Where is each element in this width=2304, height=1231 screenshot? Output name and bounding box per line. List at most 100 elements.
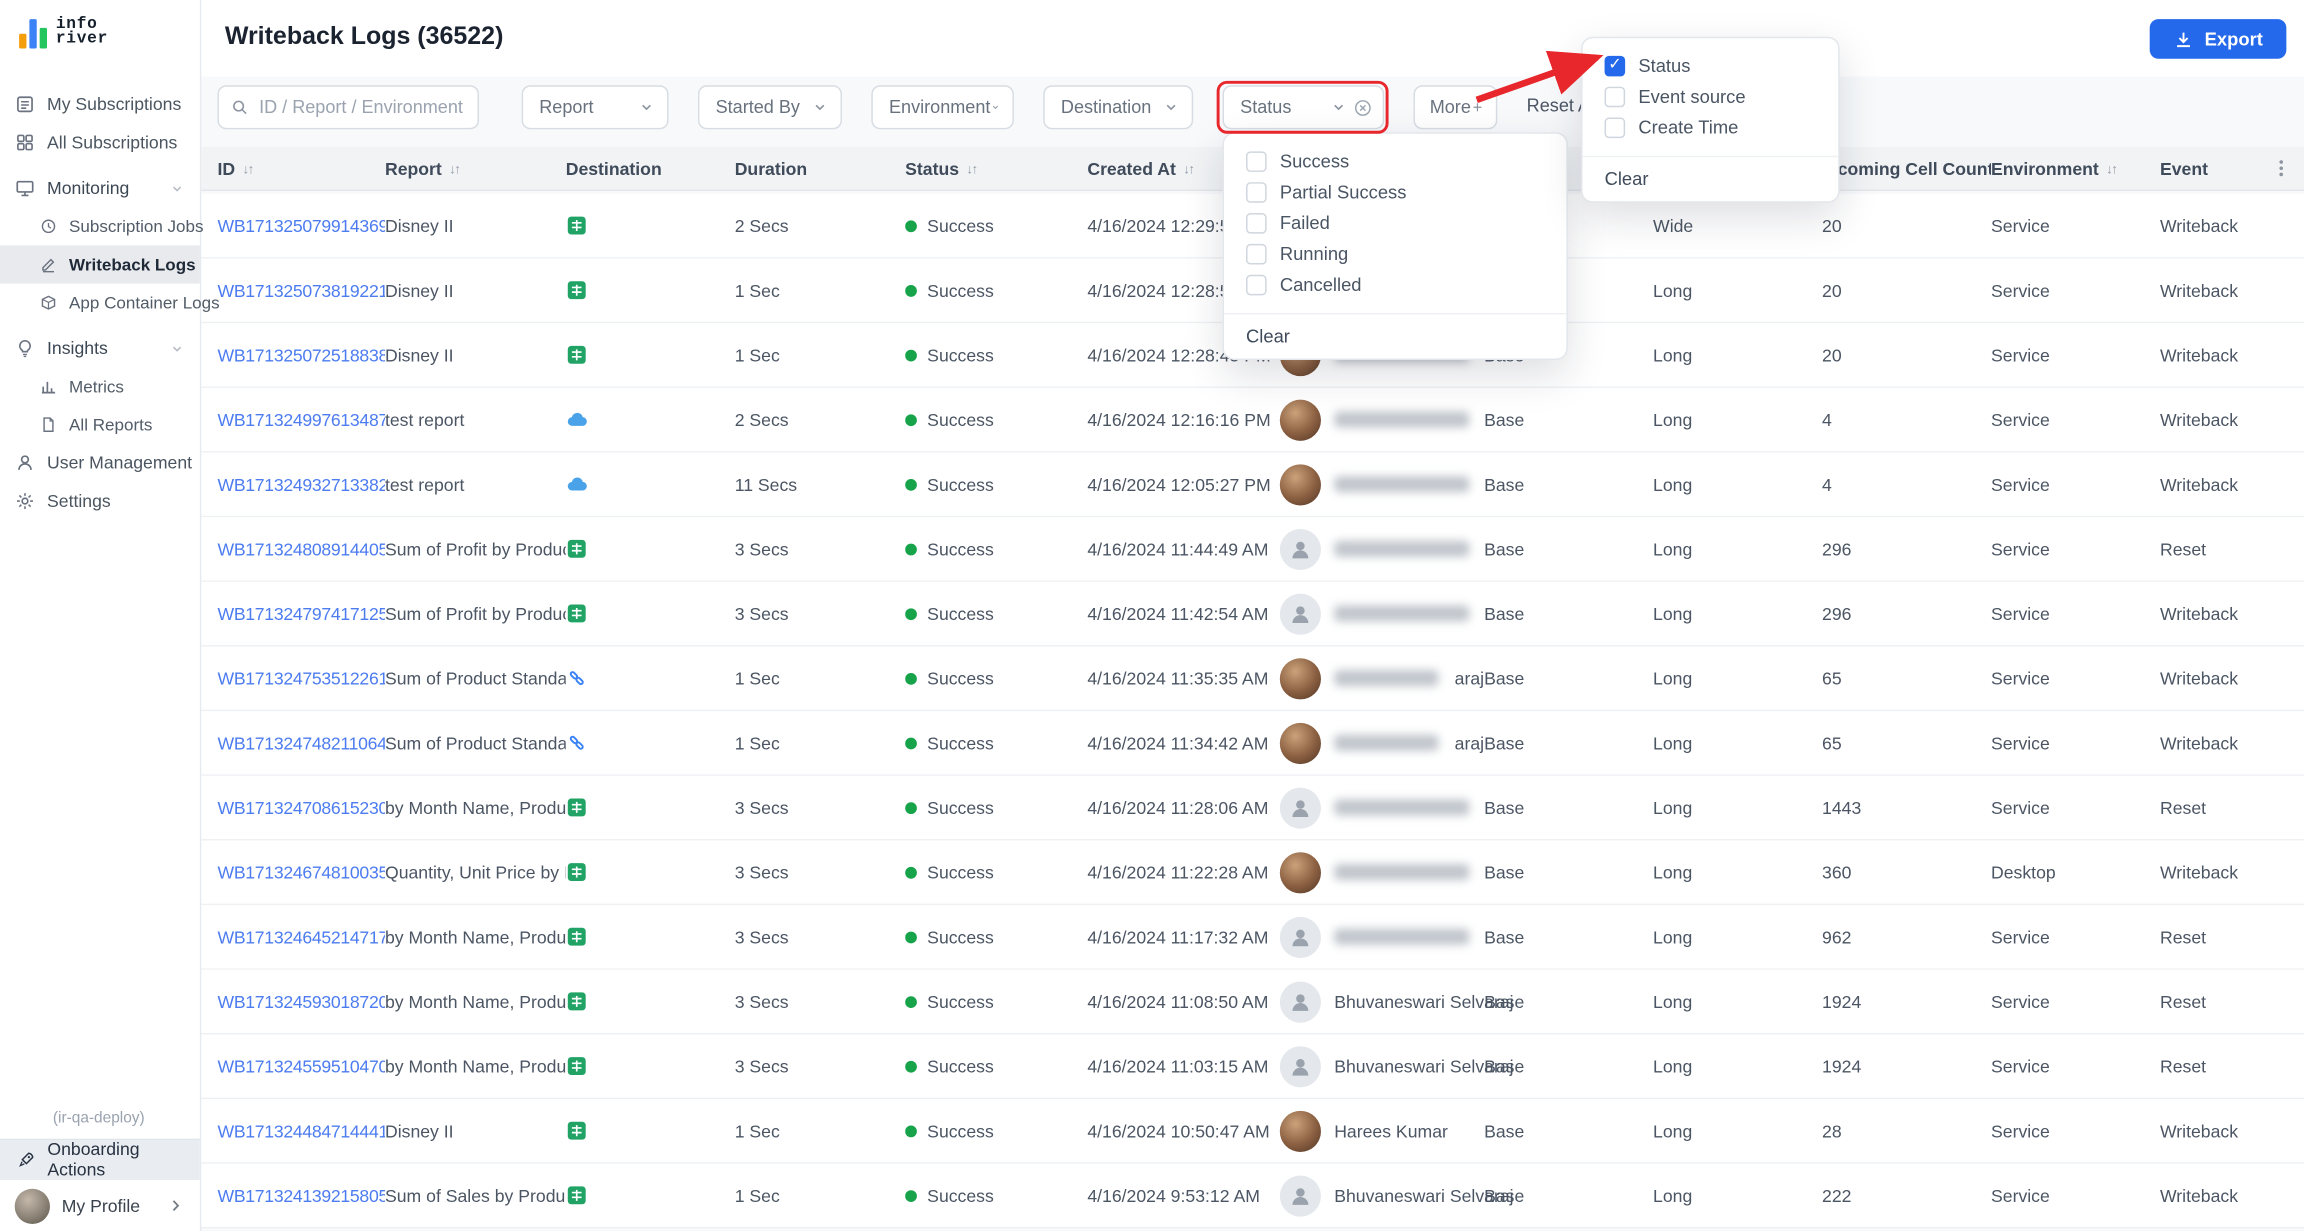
cell-id: WB171324753512261 bbox=[217, 668, 385, 689]
column-settings-icon[interactable] bbox=[2270, 157, 2292, 179]
status-option-success[interactable]: Success bbox=[1224, 145, 1566, 176]
environment-filter-dropdown[interactable]: Environment bbox=[871, 85, 1014, 130]
sidebar-item-label: All Reports bbox=[69, 415, 153, 435]
cell-layout: Long bbox=[1653, 797, 1693, 818]
checkbox-unchecked[interactable] bbox=[1604, 116, 1626, 138]
cell-layout: Long bbox=[1653, 732, 1693, 754]
report-filter-dropdown[interactable]: Report bbox=[521, 85, 669, 130]
log-id-link[interactable]: WB171324748211064 bbox=[217, 732, 385, 753]
sort-icon[interactable]: ↓↑ bbox=[449, 162, 461, 177]
more-menu-clear[interactable]: Clear bbox=[1582, 155, 1839, 202]
sidebar-item-all-reports[interactable]: All Reports bbox=[0, 406, 200, 444]
more-option-status[interactable]: Status bbox=[1583, 50, 1839, 81]
status-label: Success bbox=[927, 861, 994, 883]
log-id-link[interactable]: WB171324593018720 bbox=[217, 991, 385, 1012]
export-button[interactable]: Export bbox=[2150, 19, 2287, 59]
table-row[interactable]: WB171324808914405Sum of Profit by Produc… bbox=[201, 517, 2304, 582]
log-id-link[interactable]: WB171324797417125 bbox=[217, 603, 385, 624]
sidebar-item-insights[interactable]: Insights bbox=[0, 329, 200, 367]
table-row[interactable]: WB171324674810035 Quantity, Unit Price by… bbox=[201, 840, 2304, 906]
checkbox-unchecked[interactable] bbox=[1246, 212, 1267, 233]
column-header-id[interactable]: ID ↓↑ bbox=[217, 159, 385, 180]
clear-status-filter-icon[interactable] bbox=[1353, 98, 1372, 117]
log-id-link[interactable]: WB171324139215805 bbox=[217, 1185, 385, 1206]
log-id-link[interactable]: WB171324559510470 bbox=[217, 1056, 385, 1077]
sidebar-item-subscription-jobs[interactable]: Subscription Jobs bbox=[0, 207, 204, 245]
column-header-destination[interactable]: Destination bbox=[566, 159, 735, 180]
sidebar-item-all-subscriptions[interactable]: All Subscriptions bbox=[0, 123, 200, 161]
sidebar-item-settings[interactable]: Settings bbox=[0, 482, 200, 520]
column-header-duration[interactable]: Duration bbox=[735, 159, 905, 180]
cell-event: Writeback bbox=[2159, 344, 2239, 366]
table-row[interactable]: WB171324484714441 Disney II 1 Sec Success 4/… bbox=[201, 1099, 2304, 1164]
table-row[interactable]: WB171324593018720by Month Name, Product,… bbox=[201, 969, 2304, 1035]
destination-filter-dropdown[interactable]: Destination bbox=[1043, 85, 1194, 130]
table-row[interactable]: WB171324139215805Sum of Sales by Product… bbox=[201, 1163, 2304, 1229]
cell-license: Base bbox=[1484, 473, 1525, 495]
avatar bbox=[1279, 463, 1321, 505]
log-id-link[interactable]: WB171324808914405 bbox=[217, 539, 385, 560]
log-id-link[interactable]: WB171325072518838 bbox=[217, 345, 385, 366]
environment-filter-label: Environment bbox=[888, 96, 991, 118]
log-id-link[interactable]: WB171324753512261 bbox=[217, 668, 385, 689]
log-id-link[interactable]: WB171324484714441 bbox=[217, 1120, 385, 1141]
log-id-link[interactable]: WB171324708615230 bbox=[217, 797, 385, 818]
started-by-filter-dropdown[interactable]: Started By bbox=[697, 85, 842, 130]
cell-event: Reset bbox=[2159, 991, 2207, 1012]
column-header-report[interactable]: Report ↓↑ bbox=[385, 159, 566, 180]
table-row[interactable]: WB171324753512261Sum of Product Standard… bbox=[201, 646, 2304, 712]
report-filter-label: Report bbox=[539, 96, 594, 118]
cell-status: Success bbox=[905, 991, 1087, 1012]
status-option-cancelled[interactable]: Cancelled bbox=[1224, 269, 1566, 300]
sidebar-item-writeback-logs[interactable]: Writeback Logs bbox=[0, 245, 200, 284]
checkbox-unchecked[interactable] bbox=[1246, 243, 1267, 264]
status-option-failed[interactable]: Failed bbox=[1224, 207, 1566, 238]
table-row[interactable]: WB171324997613487 test report 2 Secs Succes… bbox=[201, 387, 2304, 453]
column-header-status[interactable]: Status ↓↑ bbox=[905, 159, 1087, 180]
table-row[interactable]: WB171324708615230by Month Name, Product,… bbox=[201, 775, 2304, 841]
cell-duration: 3 Secs bbox=[734, 797, 789, 818]
more-option-create-time[interactable]: Create Time bbox=[1583, 112, 1839, 143]
log-id-link[interactable]: WB171324645214717 bbox=[217, 926, 385, 947]
table-row[interactable]: WB171324645214717by Month Name, Product,… bbox=[201, 905, 2304, 970]
status-option-running[interactable]: Running bbox=[1224, 238, 1566, 269]
status-label: Success bbox=[927, 1120, 994, 1141]
checkbox-unchecked[interactable] bbox=[1246, 274, 1267, 295]
status-menu-clear[interactable]: Clear bbox=[1223, 312, 1567, 359]
sidebar-item-app-container-logs[interactable]: App Container Logs bbox=[0, 284, 220, 322]
status-label: Success bbox=[927, 1185, 994, 1206]
sort-icon[interactable]: ↓↑ bbox=[1183, 162, 1195, 177]
sidebar-item-my-subscriptions[interactable]: My Subscriptions bbox=[0, 85, 200, 123]
sort-icon[interactable]: ↓↑ bbox=[2106, 162, 2118, 177]
sort-icon[interactable]: ↓↑ bbox=[966, 162, 978, 177]
table-row[interactable]: WB171324797417125Sum of Profit by Produc… bbox=[201, 581, 2304, 647]
log-id-link[interactable]: WB171324932713382 bbox=[217, 474, 385, 495]
log-id-link[interactable]: WB171325073819221 bbox=[217, 280, 385, 301]
table-row[interactable]: WB171324559510470by Month Name, Product,… bbox=[201, 1034, 2304, 1100]
sidebar-item-onboarding-actions[interactable]: Onboarding Actions bbox=[0, 1138, 200, 1180]
sidebar-item-monitoring[interactable]: Monitoring bbox=[0, 169, 200, 207]
cell-report: by Month Name, Product, S bbox=[384, 797, 566, 818]
checkbox-unchecked[interactable] bbox=[1246, 181, 1267, 203]
log-id-link[interactable]: WB171324674810035 bbox=[217, 862, 385, 883]
checkbox-unchecked[interactable] bbox=[1246, 150, 1267, 172]
search-input[interactable] bbox=[259, 96, 466, 118]
sidebar-item-metrics[interactable]: Metrics bbox=[0, 367, 200, 405]
sort-icon[interactable]: ↓↑ bbox=[242, 162, 254, 177]
table-row[interactable]: WB171324748211064Sum of Product Standard… bbox=[201, 711, 2304, 776]
destination-filter-label: Destination bbox=[1060, 96, 1152, 118]
checkbox-unchecked[interactable] bbox=[1604, 85, 1626, 107]
more-option-event-source[interactable]: Event source bbox=[1583, 81, 1839, 112]
cell-license: Base bbox=[1484, 409, 1525, 430]
sidebar-item-user-management[interactable]: User Management bbox=[0, 444, 200, 482]
more-filters-button[interactable]: More bbox=[1413, 85, 1498, 130]
log-id-link[interactable]: WB171324997613487 bbox=[217, 409, 385, 430]
table-row[interactable]: WB171324932713382 test report 11 Secs Succe… bbox=[201, 452, 2304, 518]
sidebar-item-my-profile[interactable]: My Profile bbox=[0, 1178, 200, 1231]
column-header-incoming-cell-count[interactable]: Incoming Cell Count bbox=[1822, 159, 1991, 180]
column-header-environment[interactable]: Environment ↓↑ bbox=[1991, 159, 2160, 180]
log-id-link[interactable]: WB171325079914369 bbox=[217, 215, 385, 236]
checkbox-checked[interactable] bbox=[1604, 54, 1626, 76]
status-option-partial-success[interactable]: Partial Success bbox=[1224, 176, 1566, 207]
status-filter-dropdown[interactable]: Status bbox=[1222, 85, 1385, 130]
